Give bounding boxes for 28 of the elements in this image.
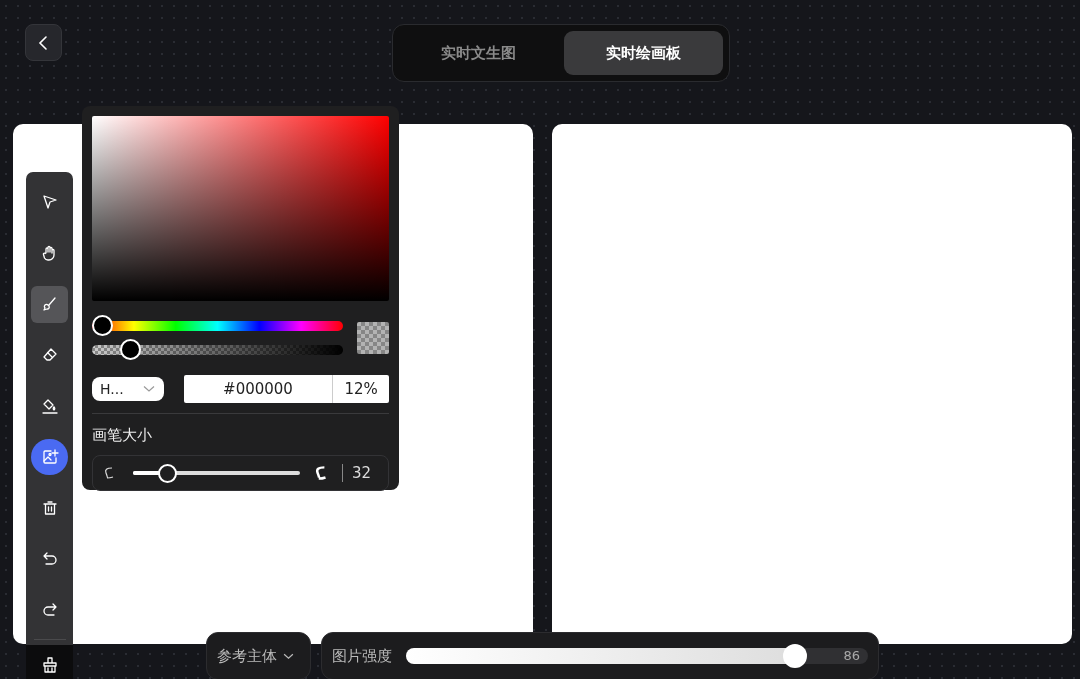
- reference-dropdown[interactable]: 参考主体: [206, 632, 311, 679]
- chevron-down-icon: [142, 385, 155, 393]
- hex-input-field[interactable]: #000000: [183, 375, 333, 403]
- brush-size-value: 32: [352, 464, 372, 482]
- color-swatch: [357, 321, 389, 354]
- chevron-down-icon: [283, 652, 294, 660]
- brush-size-slider[interactable]: [133, 463, 300, 483]
- saturation-area[interactable]: [92, 116, 389, 301]
- mode-tab[interactable]: 实时绘画板: [564, 31, 723, 75]
- add-image-tool-button[interactable]: [31, 438, 68, 476]
- paint-bucket-icon: [40, 397, 59, 416]
- opacity-slider-thumb[interactable]: [119, 339, 141, 360]
- image-strength-thumb[interactable]: [782, 644, 807, 668]
- hue-slider[interactable]: [92, 315, 343, 336]
- broom-icon: [40, 656, 59, 675]
- brush-tool-button[interactable]: [31, 285, 68, 323]
- brush-size-label: 画笔大小: [92, 426, 153, 445]
- clear-tool-button[interactable]: [26, 645, 73, 679]
- mode-tab[interactable]: 实时文生图: [399, 31, 558, 75]
- back-button[interactable]: [25, 24, 62, 61]
- opacity-input-field[interactable]: 12%: [332, 375, 389, 403]
- brush-size-thumb[interactable]: [158, 463, 178, 483]
- format-dropdown[interactable]: H...: [92, 377, 164, 401]
- hue-slider-thumb[interactable]: [92, 315, 113, 336]
- image-strength-label: 图片强度: [332, 646, 392, 666]
- image-plus-icon: [40, 448, 59, 466]
- image-strength-value: 86: [843, 648, 860, 664]
- opacity-slider[interactable]: [92, 339, 343, 360]
